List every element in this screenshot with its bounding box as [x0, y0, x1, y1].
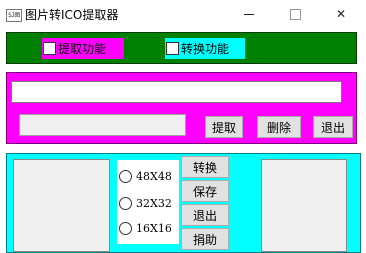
- convert-feature-checkbox[interactable]: 转换功能: [165, 38, 245, 59]
- convert-panel: 48X48 32X32 16X16 转换 保存 退出 捐助: [6, 153, 361, 253]
- radio-icon: [119, 197, 132, 210]
- size-radio-group: 48X48 32X32 16X16: [117, 160, 179, 244]
- size-label: 16X16: [136, 222, 172, 235]
- size-label: 48X48: [136, 170, 172, 183]
- output-name-input[interactable]: [19, 114, 186, 136]
- feature-panel: 提取功能 转换功能: [6, 32, 357, 64]
- exit-button[interactable]: 退出: [313, 116, 353, 138]
- save-button[interactable]: 保存: [181, 180, 229, 202]
- donate-button[interactable]: 捐助: [181, 228, 229, 250]
- close-icon: ✕: [335, 7, 347, 21]
- checkbox-box-icon: [43, 42, 56, 55]
- exit-button[interactable]: 退出: [181, 204, 229, 226]
- extract-panel: 提取 删除 退出: [6, 72, 357, 144]
- delete-button[interactable]: 删除: [257, 116, 301, 138]
- extract-feature-label: 提取功能: [58, 42, 107, 56]
- radio-icon: [119, 222, 132, 235]
- minimize-icon: [244, 13, 254, 15]
- close-button[interactable]: ✕: [318, 0, 364, 28]
- window-title: 图片转ICO提取器: [25, 8, 119, 22]
- app-icon: SJ图: [6, 9, 22, 22]
- convert-button[interactable]: 转换: [181, 156, 229, 178]
- extract-feature-checkbox[interactable]: 提取功能: [42, 38, 124, 59]
- size-label: 32X32: [136, 197, 172, 210]
- size-radio-48[interactable]: 48X48: [119, 170, 172, 183]
- extract-button[interactable]: 提取: [205, 116, 243, 138]
- minimize-button[interactable]: [226, 0, 272, 28]
- size-radio-32[interactable]: 32X32: [119, 197, 172, 210]
- source-image-preview[interactable]: [13, 159, 110, 252]
- convert-feature-label: 转换功能: [181, 42, 230, 56]
- source-path-input[interactable]: [11, 81, 342, 103]
- maximize-button[interactable]: [272, 0, 318, 28]
- maximize-icon: [289, 8, 301, 20]
- icon-preview: [261, 159, 347, 252]
- size-radio-16[interactable]: 16X16: [119, 222, 172, 235]
- checkbox-box-icon: [166, 42, 179, 55]
- radio-icon: [119, 170, 132, 183]
- title-bar: SJ图 图片转ICO提取器 ✕: [0, 0, 366, 30]
